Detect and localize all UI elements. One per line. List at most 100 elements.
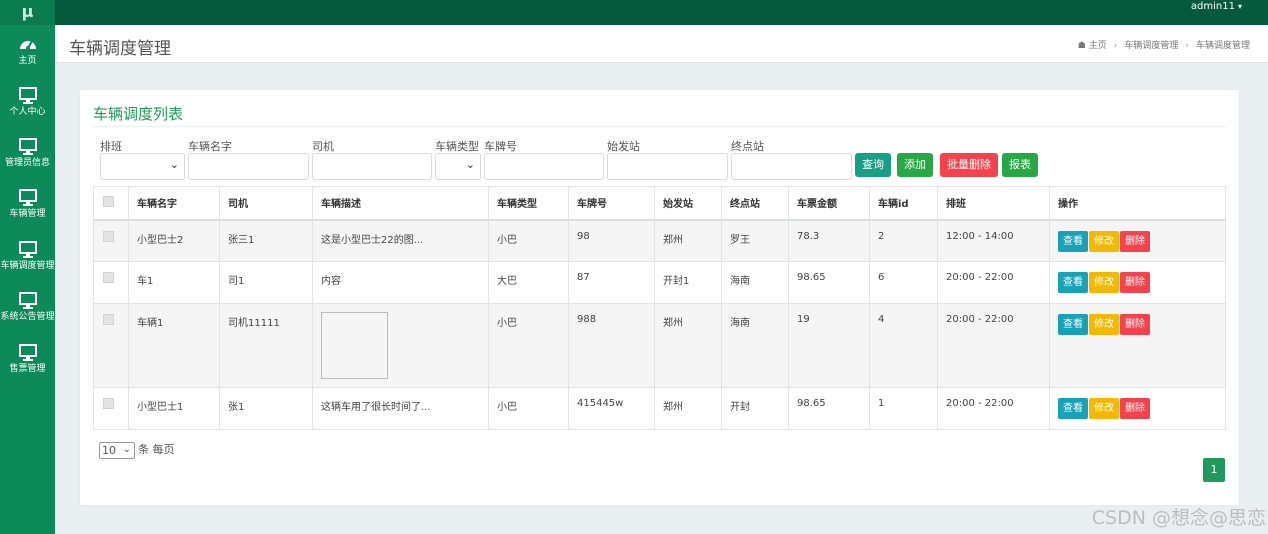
driver-input[interactable]	[312, 153, 432, 180]
cell-start: 郑州	[654, 219, 722, 262]
filter-label-banci: 排班	[100, 140, 122, 153]
filter-label-type: 车辆类型	[435, 140, 479, 153]
delete-button[interactable]: 删除	[1120, 272, 1150, 293]
column-header: 终点站	[721, 186, 789, 220]
table-row: 车1 司1 内容 大巴 87 开封1 海南 98.65 6 20:00 - 22…	[93, 261, 1226, 304]
table-header-row: 车辆名字 司机 车辆描述 车辆类型 车牌号 始发站 终点站 车票金额 车辆id …	[93, 186, 1226, 220]
breadcrumb-current: 车辆调度管理	[1195, 41, 1250, 51]
sidebar-item-label: 售票管理	[9, 364, 46, 374]
cell-price: 78.3	[788, 219, 870, 262]
row-select-cell	[93, 261, 129, 304]
row-checkbox[interactable]	[103, 314, 114, 325]
query-button[interactable]: 查询	[855, 153, 891, 177]
sidebar-item-home[interactable]: 主页	[0, 30, 55, 74]
view-button[interactable]: 查看	[1058, 314, 1088, 335]
edit-button[interactable]: 修改	[1089, 230, 1119, 252]
cell-time: 20:00 - 22:00	[937, 261, 1050, 304]
banci-select[interactable]	[100, 153, 185, 180]
edit-button[interactable]: 修改	[1089, 314, 1119, 335]
cell-desc: 内容	[312, 261, 489, 304]
column-header: 始发站	[654, 186, 722, 220]
row-checkbox[interactable]	[103, 230, 114, 242]
delete-button[interactable]: 删除	[1120, 230, 1150, 252]
page-title: 车辆调度管理	[69, 39, 171, 59]
filter-label-name: 车辆名字	[188, 140, 232, 153]
sidebar-item-dispatch[interactable]: 车辆调度管理	[0, 235, 55, 279]
cell-time: 20:00 - 22:00	[937, 387, 1050, 430]
row-checkbox[interactable]	[103, 272, 114, 283]
edit-button[interactable]: 修改	[1089, 398, 1119, 419]
add-button[interactable]: 添加	[897, 153, 933, 177]
filter-label-plate: 车牌号	[484, 140, 517, 153]
sidebar-item-label: 个人中心	[9, 107, 46, 117]
panel-title: 车辆调度列表	[93, 105, 184, 123]
sidebar-item-label: 主页	[18, 56, 37, 66]
vehicle-name-input[interactable]	[188, 153, 309, 180]
cell-driver: 司1	[219, 261, 313, 304]
app-logo[interactable]: μ	[0, 0, 55, 25]
broken-image-placeholder	[321, 312, 388, 379]
cell-time: 20:00 - 22:00	[937, 303, 1050, 388]
cell-desc	[312, 303, 489, 388]
end-station-input[interactable]	[731, 153, 852, 180]
start-station-input[interactable]	[607, 153, 728, 180]
plate-input[interactable]	[484, 153, 604, 180]
sidebar-item-profile[interactable]: 个人中心	[0, 81, 55, 125]
cell-start: 开封1	[654, 261, 722, 304]
column-header: 车辆描述	[312, 186, 489, 220]
sidebar-item-notices[interactable]: 系统公告管理	[0, 286, 55, 330]
breadcrumb-item[interactable]: 车辆调度管理	[1124, 41, 1178, 51]
view-button[interactable]: 查看	[1058, 230, 1088, 252]
report-button[interactable]: 报表	[1002, 153, 1038, 177]
view-button[interactable]: 查看	[1058, 398, 1088, 419]
cell-price: 19	[788, 303, 870, 388]
cell-plate: 415445w	[568, 387, 655, 430]
cell-plate: 87	[568, 261, 655, 304]
chevron-right-icon: ›	[1185, 41, 1189, 51]
sidebar-item-tickets[interactable]: 售票管理	[0, 338, 55, 382]
delete-button[interactable]: 删除	[1120, 398, 1150, 419]
monitor-icon	[18, 189, 37, 206]
monitor-icon	[18, 87, 37, 104]
column-header: 司机	[219, 186, 313, 220]
divider	[93, 126, 1226, 127]
list-panel: 车辆调度列表 排班 车辆名字 司机 车辆类型 车牌号 始发站 终点站 查询 添加…	[80, 90, 1239, 505]
monitor-icon	[18, 241, 37, 258]
column-header: 车票金额	[788, 186, 870, 220]
sidebar: 主页 个人中心 管理员信息 车辆管理 车辆调度管理 系统公告管理 售票管理	[0, 25, 55, 534]
table-row: 车辆1 司机11111 小巴 988 郑州 海南 19 4 20:00 - 22…	[93, 303, 1226, 388]
cell-driver: 司机11111	[219, 303, 313, 388]
cell-actions: 查看 修改 删除	[1049, 219, 1226, 262]
breadcrumb-home[interactable]: 主页	[1089, 41, 1107, 51]
monitor-icon	[18, 138, 37, 155]
column-header: 车辆类型	[488, 186, 569, 220]
cell-id: 2	[869, 219, 938, 262]
cell-desc: 这辆车用了很长时间了...	[312, 387, 489, 430]
page-size-select[interactable]: 10	[99, 441, 135, 459]
sidebar-item-admin[interactable]: 管理员信息	[0, 132, 55, 176]
cell-start: 郑州	[654, 303, 722, 388]
watermark: CSDN @想念@思恋	[1091, 507, 1266, 529]
edit-button[interactable]: 修改	[1089, 272, 1119, 293]
cell-actions: 查看 修改 删除	[1049, 303, 1226, 388]
row-checkbox[interactable]	[103, 398, 114, 409]
chevron-right-icon: ›	[1113, 41, 1118, 51]
column-header: 车辆id	[869, 186, 938, 220]
sidebar-item-label: 系统公告管理	[0, 312, 55, 322]
sidebar-item-vehicles[interactable]: 车辆管理	[0, 183, 55, 227]
view-button[interactable]: 查看	[1058, 272, 1088, 293]
page-size-control: 10条 每页	[99, 441, 175, 459]
delete-button[interactable]: 删除	[1120, 314, 1150, 335]
cell-name: 车辆1	[128, 303, 220, 388]
select-all-checkbox[interactable]	[103, 195, 114, 207]
page-button-current[interactable]: 1	[1203, 458, 1225, 482]
page-size-suffix: 条 每页	[138, 443, 175, 456]
row-select-cell	[93, 303, 129, 388]
user-menu[interactable]: admin11 ▾	[1191, 0, 1242, 14]
sidebar-item-label: 车辆调度管理	[0, 261, 55, 271]
cell-end: 海南	[721, 303, 789, 388]
cell-plate: 988	[568, 303, 655, 388]
vehicle-type-select[interactable]	[435, 153, 481, 180]
batch-delete-button[interactable]: 批量删除	[940, 153, 998, 177]
filter-label-driver: 司机	[312, 140, 334, 153]
